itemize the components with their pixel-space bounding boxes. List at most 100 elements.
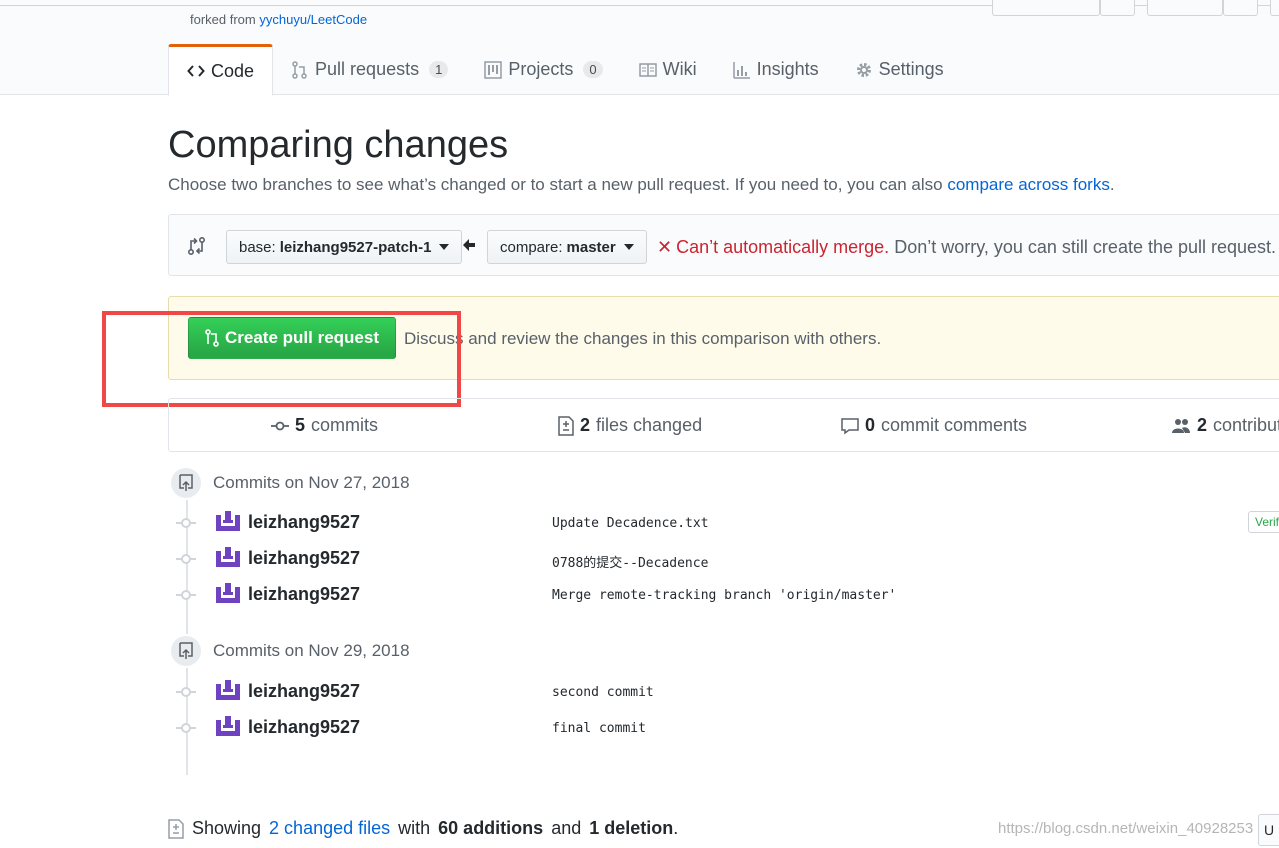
subtitle-end: . [1109,175,1115,194]
commit-message[interactable]: Update Decadence.txt [552,516,709,531]
commit-group-label: Commits on Nov 29, 2018 [213,641,410,660]
commit-row: leizhang9527 0788的提交--Decadence [176,545,1278,575]
repo-push-icon [169,466,203,500]
avatar[interactable] [216,583,240,607]
base-branch-name: leizhang9527-patch-1 [279,238,432,256]
commit-dot [176,723,196,733]
commit-author[interactable]: leizhang9527 [248,681,360,702]
code-icon [187,65,205,77]
changed-files-link[interactable]: 2 changed files [269,818,390,839]
contributors-count: 2 [1197,415,1208,435]
tab-code[interactable]: Code [168,44,274,96]
toc-prefix: Showing [192,818,262,838]
summary-commits[interactable]: 5 commits [271,415,378,436]
commit-dot [176,554,196,564]
summary-files[interactable]: 2 files changed [558,415,702,436]
people-icon [1172,418,1190,433]
comments-count: 0 [865,415,876,435]
commit-row: leizhang9527 final commit [176,714,1278,744]
summary-comments[interactable]: 0 commit comments [841,415,1027,436]
tab-label: Insights [756,59,819,79]
diff-summary: Showing 2 changed files with 60 addition… [168,818,678,839]
watch-button[interactable] [992,0,1100,16]
commit-dot [176,518,196,528]
fork-button[interactable] [1270,0,1279,16]
chevron-down-icon [623,244,634,250]
commit-dot [176,687,196,697]
forked-link[interactable]: yychuyu/LeetCode [259,12,367,27]
watermark: https://blog.csdn.net/weixin_40928253 [998,820,1254,837]
additions-count: 60 additions [438,818,544,838]
merge-status: ✕ Can’t automatically merge. Don’t worry,… [657,237,1276,258]
commit-group-label: Commits on Nov 27, 2018 [213,473,410,492]
base-prefix: base: [239,238,276,256]
avatar[interactable] [216,716,240,740]
avatar[interactable] [216,680,240,704]
files-count: 2 [580,415,591,435]
file-diff-icon [168,818,184,839]
commits-label: commits [311,415,379,435]
compare-prefix: compare: [500,238,563,256]
commit-group-header: Commits on Nov 27, 2018 [169,466,410,500]
compare-branch-select[interactable]: compare: master [487,230,647,264]
range-editor: base: leizhang9527-patch-1 compare: mast… [168,214,1279,276]
repo-header: forked from yychuyu/LeetCode Code Pull r… [0,0,1279,96]
commit-author[interactable]: leizhang9527 [248,584,360,605]
banner-text: Discuss and review the changes in this c… [404,329,882,348]
toc-and: and [551,818,582,838]
star-button[interactable] [1147,0,1223,16]
commit-icon [271,421,289,430]
summary-contributors[interactable]: 2 contribut [1171,415,1279,436]
avatar[interactable] [216,547,240,571]
tab-pull-requests[interactable]: Pull requests 1 [273,44,466,95]
compare-across-forks-link[interactable]: compare across forks [947,175,1110,194]
star-count[interactable] [1223,0,1258,16]
toc-middle: with [398,818,431,838]
files-label: files changed [596,415,703,435]
forked-from: forked from yychuyu/LeetCode [190,12,367,27]
tab-settings[interactable]: Settings [837,44,962,95]
pull-request-icon [292,60,307,79]
graph-icon [732,61,750,79]
git-compare-icon[interactable] [187,235,207,257]
unified-view-button[interactable]: U [1258,814,1279,846]
watch-count[interactable] [1100,0,1135,16]
gear-icon [856,62,871,77]
commit-message[interactable]: Merge remote-tracking branch 'origin/mas… [552,588,896,603]
book-icon [638,62,657,77]
commit-author[interactable]: leizhang9527 [248,717,360,738]
overall-summary: 5 commits 2 files changed 0 commit comme… [168,398,1279,452]
base-branch-select[interactable]: base: leizhang9527-patch-1 [226,230,463,264]
red-highlight-box [102,311,461,407]
tab-label: Code [211,60,255,81]
tab-insights[interactable]: Insights [715,44,837,95]
tab-label: Settings [878,59,944,79]
commit-group-header: Commits on Nov 29, 2018 [169,634,410,668]
tab-projects[interactable]: Projects 0 [466,44,620,95]
commit-message[interactable]: 0788的提交--Decadence [552,552,708,571]
commit-author[interactable]: leizhang9527 [248,512,360,533]
x-icon: ✕ [657,237,673,257]
pull-requests-counter: 1 [429,61,449,78]
tab-wiki[interactable]: Wiki [621,44,715,95]
forked-prefix: forked from [190,12,256,27]
repo-tabs: Code Pull requests 1 Projects 0 Wiki Ins… [168,44,962,96]
commit-message[interactable]: final commit [552,721,646,736]
deletions-count: 1 deletion [589,818,674,838]
verified-badge[interactable]: Verif [1248,511,1279,533]
tab-label: Wiki [662,59,697,79]
commit-row: leizhang9527 second commit [176,678,1278,708]
compare-branch-name: master [566,238,616,256]
commit-message[interactable]: second commit [552,685,654,700]
comment-icon [841,417,859,434]
commit-author[interactable]: leizhang9527 [248,548,360,569]
project-icon [484,60,503,79]
merge-status-error: Can’t automatically merge. [676,237,890,257]
tab-label: Projects [508,59,574,79]
commit-dot [176,590,196,600]
file-diff-icon [558,415,574,436]
avatar[interactable] [216,511,240,535]
commits-count: 5 [295,415,306,435]
page-title: Comparing changes [168,124,509,166]
comments-label: commit comments [881,415,1028,435]
